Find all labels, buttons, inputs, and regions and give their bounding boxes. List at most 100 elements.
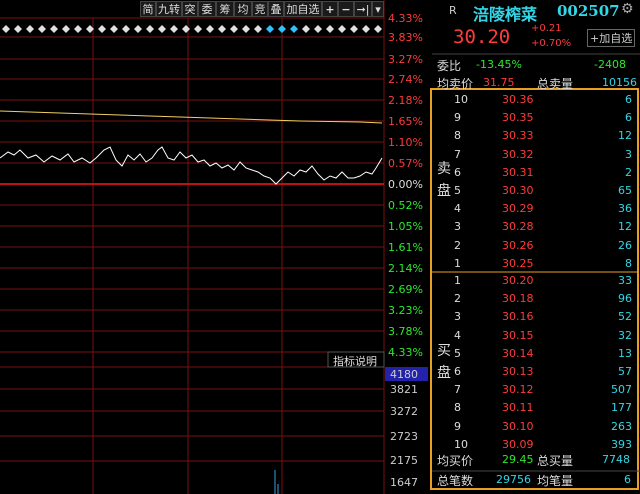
bid-level: 4	[454, 328, 461, 342]
total-orders-value: 29756	[496, 473, 531, 486]
total-buy-value: 7748	[602, 453, 630, 466]
bid-price: 30.10	[502, 419, 534, 433]
avg-orders-label: 均笔量	[537, 474, 574, 488]
chips-button[interactable]: 筹	[216, 1, 234, 17]
pct-label: 1.61%	[388, 241, 423, 254]
volume-label: 4180	[390, 368, 418, 381]
orders-button[interactable]: 委	[198, 1, 216, 17]
pct-label: 0.52%	[388, 199, 423, 212]
nine-turn-button[interactable]: 九转	[156, 1, 182, 17]
bid-qty: 52	[618, 310, 632, 324]
avg-sell-value: 31.75	[483, 76, 515, 89]
total-buy-label: 总买量	[537, 454, 574, 468]
simple-mode-button[interactable]: 简	[140, 1, 156, 17]
bid-qty: 507	[611, 383, 632, 397]
ask-qty: 2	[625, 165, 632, 179]
bid-qty: 32	[618, 328, 632, 342]
ask-level: 7	[454, 147, 461, 161]
add-favorite-toolbar-button[interactable]: 加自选	[284, 1, 322, 17]
ask-qty: 26	[618, 238, 632, 252]
bid-level: 10	[454, 437, 468, 451]
pct-label: 3.83%	[388, 31, 423, 44]
price-change-pct: +0.70%	[531, 38, 572, 49]
pct-label: 2.18%	[388, 94, 423, 107]
bid-price: 30.15	[502, 328, 534, 342]
stock-code: 002507	[557, 2, 620, 20]
indicator-help-button[interactable]: 指标说明	[333, 353, 377, 369]
ask-level: 9	[454, 111, 461, 125]
ask-price: 30.25	[502, 256, 534, 270]
bid-qty: 33	[618, 274, 632, 287]
ratio-label: 委比	[437, 59, 462, 73]
bid-level: 9	[454, 419, 461, 433]
ask-price: 30.28	[502, 220, 534, 234]
ask-qty: 12	[618, 220, 632, 234]
add-favorite-button[interactable]: +加自选	[587, 29, 636, 47]
pct-label: 3.78%	[388, 325, 423, 338]
pct-label: 4.33%	[388, 346, 423, 359]
bid-level: 6	[454, 365, 461, 378]
volume-label: 2175	[390, 454, 418, 467]
ask-level: 8	[454, 129, 461, 143]
ratio-diff: -2408	[594, 58, 626, 71]
ask-price: 30.35	[502, 111, 534, 125]
volume-label: 3272	[390, 405, 418, 418]
pct-label: 4.33%	[388, 12, 423, 25]
ask-price: 30.26	[502, 238, 534, 252]
bid-level: 2	[454, 292, 461, 306]
pct-zero-label: 0.00%	[388, 178, 423, 191]
pct-label: 1.65%	[388, 115, 423, 128]
avg-orders-value: 6	[624, 473, 631, 486]
bid-price: 30.11	[502, 401, 534, 415]
bid-qty: 393	[611, 437, 632, 451]
ask-qty: 6	[625, 93, 632, 106]
market-badge: R	[449, 4, 457, 17]
ask-price: 30.30	[502, 184, 534, 197]
pct-label: 1.10%	[388, 136, 423, 149]
pct-label: 3.27%	[388, 53, 423, 66]
bid-qty: 57	[618, 365, 632, 378]
ask-qty: 65	[618, 184, 632, 197]
ask-level: 3	[454, 220, 461, 234]
gear-icon[interactable]: ⚙	[621, 1, 634, 17]
bid-level: 7	[454, 383, 461, 397]
ask-qty: 12	[618, 129, 632, 143]
ask-level: 4	[454, 202, 461, 216]
bid-price: 30.16	[502, 310, 534, 324]
ask-price: 30.32	[502, 147, 534, 161]
price-change: +0.21	[531, 23, 562, 34]
current-price: 30.20	[453, 26, 511, 48]
bid-price: 30.18	[502, 292, 534, 306]
bid-price: 30.09	[502, 437, 534, 451]
breakout-button[interactable]: 突	[182, 1, 198, 17]
ask-qty: 6	[625, 111, 632, 125]
ask-level: 1	[454, 256, 461, 270]
ask-price: 30.36	[502, 93, 534, 106]
pct-label: 2.14%	[388, 262, 423, 275]
stock-name: 涪陵榨菜	[473, 5, 538, 24]
arrow-right-bar-icon[interactable]: ➞|	[354, 1, 372, 17]
pct-label: 2.69%	[388, 283, 423, 296]
pct-label: 3.23%	[388, 304, 423, 317]
bid-level: 3	[454, 310, 461, 324]
volume-label: 1647	[390, 476, 418, 489]
bid-qty: 13	[618, 346, 632, 360]
ask-qty: 8	[625, 256, 632, 270]
ratio-value: -13.45%	[476, 58, 522, 71]
bid-price: 30.14	[502, 346, 534, 360]
pct-label: 0.57%	[388, 157, 423, 170]
avg-buy-label: 均买价	[437, 454, 474, 468]
ask-price: 30.31	[502, 165, 534, 179]
bid-level: 5	[454, 346, 461, 360]
plus-icon[interactable]: +	[322, 1, 338, 17]
pct-label: 1.05%	[388, 220, 423, 233]
total-sell-value: 10156	[602, 76, 637, 89]
overlay-button[interactable]: 叠	[268, 1, 284, 17]
average-button[interactable]: 均	[234, 1, 252, 17]
chevron-down-icon[interactable]: ▾	[372, 1, 384, 17]
minus-icon[interactable]: −	[338, 1, 354, 17]
auction-button[interactable]: 竞	[252, 1, 268, 17]
ask-price: 30.29	[502, 202, 534, 216]
ask-price: 30.33	[502, 129, 534, 143]
bid-qty: 177	[611, 401, 632, 415]
